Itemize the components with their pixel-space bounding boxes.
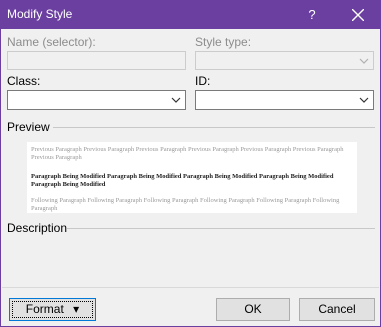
chevron-down-icon: [359, 97, 369, 103]
name-selector-input[interactable]: [7, 51, 186, 70]
title-bar: Modify Style ?: [1, 1, 380, 29]
preview-pane: Previous Paragraph Previous Paragraph Pr…: [27, 142, 357, 213]
name-selector-label: Name (selector):: [7, 35, 96, 49]
id-label: ID:: [195, 74, 211, 88]
preview-previous-paragraph: Previous Paragraph Previous Paragraph Pr…: [31, 146, 344, 161]
chevron-down-icon: [171, 97, 181, 103]
style-type-select[interactable]: [195, 51, 374, 70]
preview-divider: [53, 127, 375, 128]
help-button[interactable]: ?: [297, 3, 327, 27]
ok-button[interactable]: OK: [216, 298, 290, 321]
class-label: Class:: [7, 74, 41, 88]
close-icon: [352, 9, 364, 21]
window-title: Modify Style: [7, 7, 73, 21]
style-type-label: Style type:: [195, 35, 252, 49]
class-select[interactable]: [7, 90, 186, 110]
chevron-down-icon: [359, 58, 369, 64]
id-select[interactable]: [195, 90, 374, 110]
format-button[interactable]: Format ▾: [9, 298, 96, 321]
preview-following-paragraph: Following Paragraph Following Paragraph …: [31, 197, 340, 212]
preview-section-label: Preview: [7, 120, 50, 134]
preview-modified-paragraph: Paragraph Being Modified Paragraph Being…: [31, 173, 334, 188]
cancel-button[interactable]: Cancel: [299, 298, 375, 321]
description-section-label: Description: [7, 221, 68, 235]
focus-ring: [12, 301, 93, 318]
close-button[interactable]: [340, 3, 376, 27]
modify-style-dialog: Modify Style ? Name (selector): Style ty…: [0, 0, 381, 327]
description-divider: [67, 228, 375, 229]
button-bar-divider: [2, 287, 379, 288]
